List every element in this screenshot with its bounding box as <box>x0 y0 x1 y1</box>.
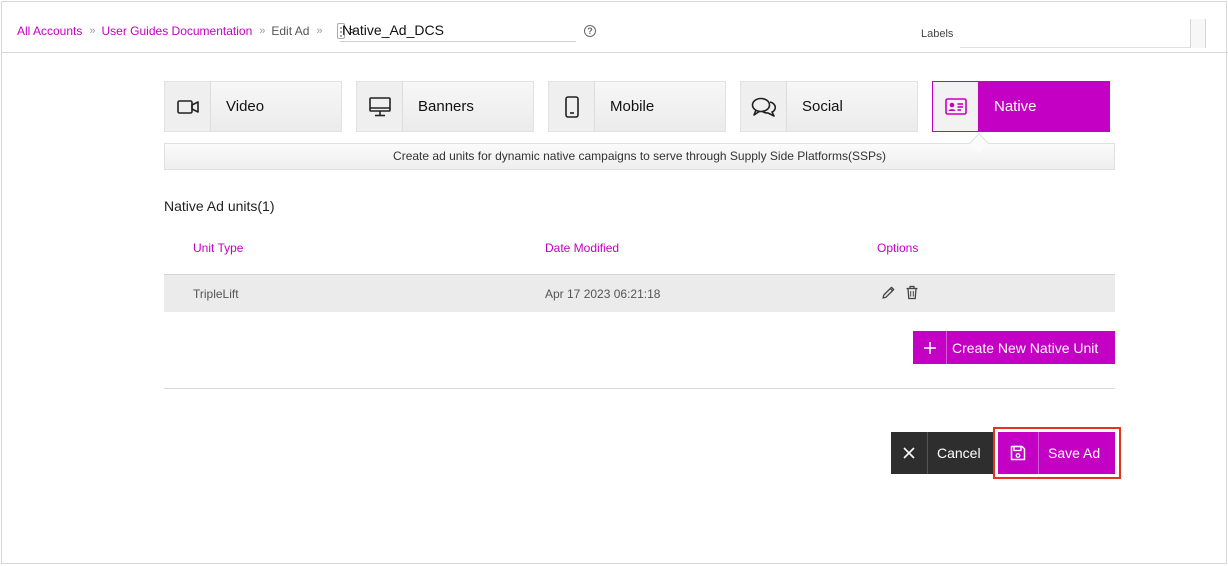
column-header-options: Options <box>877 241 919 255</box>
breadcrumb-separator: » <box>316 25 322 37</box>
video-camera-icon <box>165 82 211 131</box>
floppy-disk-icon <box>998 432 1039 474</box>
close-icon <box>891 432 928 474</box>
labels-scrollbar[interactable] <box>1190 19 1206 48</box>
breadcrumb-edit-ad: Edit Ad <box>271 24 310 38</box>
breadcrumb-separator: » <box>89 25 95 37</box>
create-native-unit-button[interactable]: Create New Native Unit <box>913 331 1115 364</box>
breadcrumb-user-guides[interactable]: User Guides Documentation <box>102 24 253 38</box>
plus-icon <box>913 331 947 364</box>
save-ad-label: Save Ad <box>1048 445 1101 461</box>
mobile-phone-icon <box>549 82 595 131</box>
delete-trash-icon[interactable] <box>905 285 919 305</box>
tab-native[interactable]: Native <box>932 81 1110 132</box>
help-icon[interactable]: ? <box>584 25 596 37</box>
cell-unit-type: TripleLift <box>193 287 239 301</box>
tab-mobile-label: Mobile <box>610 98 655 115</box>
tab-video[interactable]: Video <box>164 81 342 132</box>
tab-banners[interactable]: Banners <box>356 81 534 132</box>
breadcrumb-all-accounts[interactable]: All Accounts <box>17 24 82 38</box>
section-title: Native Ad units(1) <box>164 198 275 214</box>
tab-social-label: Social <box>802 98 843 115</box>
tab-native-label: Native <box>994 98 1037 115</box>
cancel-label: Cancel <box>937 445 981 461</box>
create-native-unit-label: Create New Native Unit <box>952 339 1099 356</box>
column-header-date-modified[interactable]: Date Modified <box>545 241 619 255</box>
breadcrumb: All Accounts » User Guides Documentation… <box>17 21 362 41</box>
id-card-icon <box>933 82 979 131</box>
column-header-unit-type[interactable]: Unit Type <box>193 241 243 255</box>
edit-pencil-icon[interactable] <box>881 285 896 305</box>
header-bar: All Accounts » User Guides Documentation… <box>2 2 1228 53</box>
labels-label: Labels <box>921 28 954 40</box>
cancel-button[interactable]: Cancel <box>891 432 995 474</box>
tab-banners-label: Banners <box>418 98 474 115</box>
table-row: TripleLift Apr 17 2023 06:21:18 <box>164 274 1115 312</box>
divider <box>164 388 1115 389</box>
labels-input[interactable] <box>960 19 1190 48</box>
ad-name-input[interactable] <box>340 19 576 42</box>
tab-social[interactable]: Social <box>740 81 918 132</box>
tab-video-label: Video <box>226 98 265 115</box>
save-ad-button[interactable]: Save Ad <box>998 432 1115 474</box>
chat-bubbles-icon <box>741 82 787 131</box>
tab-mobile[interactable]: Mobile <box>548 81 726 132</box>
monitor-icon <box>357 82 403 131</box>
breadcrumb-separator: » <box>259 25 265 37</box>
cell-date-modified: Apr 17 2023 06:21:18 <box>545 287 661 301</box>
